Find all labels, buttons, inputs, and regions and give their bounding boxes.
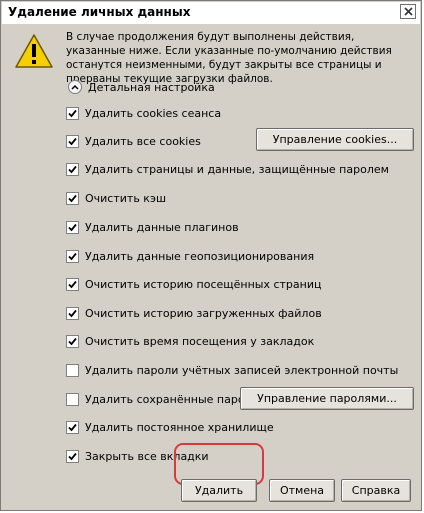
checkbox-clear-browsing-history[interactable] xyxy=(66,277,79,291)
warning-icon xyxy=(15,34,53,68)
checkbox-delete-session-cookies[interactable] xyxy=(66,106,79,120)
option-label: Очистить кэш xyxy=(85,191,167,205)
close-icon xyxy=(404,7,413,16)
close-button[interactable] xyxy=(400,4,416,19)
checkbox-delete-geolocation-data[interactable] xyxy=(66,249,79,263)
manage-cookies-button[interactable]: Управление cookies... xyxy=(256,128,414,151)
checkbox-delete-all-cookies[interactable] xyxy=(66,134,79,148)
clear-private-data-dialog: Удаление личных данных В случае продолже… xyxy=(0,0,422,511)
title-bar[interactable]: Удаление личных данных xyxy=(2,2,420,24)
checkbox-delete-email-passwords[interactable] xyxy=(66,363,79,377)
option-label: Удалить страницы и данные, защищённые па… xyxy=(85,162,389,176)
detailed-settings-label: Детальная настройка xyxy=(88,80,215,94)
dialog-title: Удаление личных данных xyxy=(8,5,191,19)
option-label: Очистить время посещения у закладок xyxy=(85,334,315,348)
option-delete-saved-passwords[interactable]: Удалить сохранённые пароли xyxy=(66,391,259,407)
option-label: Очистить историю посещённых страниц xyxy=(85,277,322,291)
cancel-button[interactable]: Отмена xyxy=(269,479,335,502)
checkbox-clear-cache[interactable] xyxy=(66,191,79,205)
option-delete-password-pages[interactable]: Удалить страницы и данные, защищённые па… xyxy=(66,161,389,177)
option-clear-cache[interactable]: Очистить кэш xyxy=(66,190,166,206)
option-clear-download-history[interactable]: Очистить историю загруженных файлов xyxy=(66,305,322,321)
checkbox-delete-password-pages[interactable] xyxy=(66,162,79,176)
help-button[interactable]: Справка xyxy=(341,479,411,502)
description-text: В случае продолжения будут выполнены дей… xyxy=(66,31,392,85)
option-delete-plugin-data[interactable]: Удалить данные плагинов xyxy=(66,219,239,235)
option-label: Удалить данные геопозиционирования xyxy=(85,249,315,263)
option-delete-geolocation-data[interactable]: Удалить данные геопозиционирования xyxy=(66,248,314,264)
option-label: Удалить данные плагинов xyxy=(85,220,239,234)
dialog-body: В случае продолжения будут выполнены дей… xyxy=(2,24,420,509)
option-label: Удалить cookies сеанса xyxy=(85,106,222,120)
checkbox-delete-persistent-storage[interactable] xyxy=(66,420,79,434)
detailed-settings-toggle[interactable]: Детальная настройка xyxy=(68,80,215,94)
checkbox-delete-plugin-data[interactable] xyxy=(66,220,79,234)
option-delete-session-cookies[interactable]: Удалить cookies сеанса xyxy=(66,105,221,121)
manage-passwords-button[interactable]: Управление паролями... xyxy=(240,387,414,410)
option-delete-email-passwords[interactable]: Удалить пароли учётных записей электронн… xyxy=(66,362,398,378)
option-label: Удалить пароли учётных записей электронн… xyxy=(85,363,399,377)
checkbox-clear-bookmark-visit-time[interactable] xyxy=(66,334,79,348)
option-label: Очистить историю загруженных файлов xyxy=(85,306,322,320)
option-clear-browsing-history[interactable]: Очистить историю посещённых страниц xyxy=(66,276,321,292)
checkbox-delete-saved-passwords[interactable] xyxy=(66,392,79,406)
chevron-up-icon[interactable] xyxy=(68,80,82,94)
option-delete-all-cookies[interactable]: Удалить все cookies xyxy=(66,133,201,149)
option-label: Удалить постоянное хранилище xyxy=(85,420,274,434)
option-clear-bookmark-visit-time[interactable]: Очистить время посещения у закладок xyxy=(66,333,314,349)
delete-button[interactable]: Удалить xyxy=(181,479,257,502)
checkbox-close-all-tabs[interactable] xyxy=(66,449,79,463)
option-label: Удалить сохранённые пароли xyxy=(85,392,259,406)
option-label: Удалить все cookies xyxy=(85,134,201,148)
option-delete-persistent-storage[interactable]: Удалить постоянное хранилище xyxy=(66,419,274,435)
checkbox-clear-download-history[interactable] xyxy=(66,306,79,320)
